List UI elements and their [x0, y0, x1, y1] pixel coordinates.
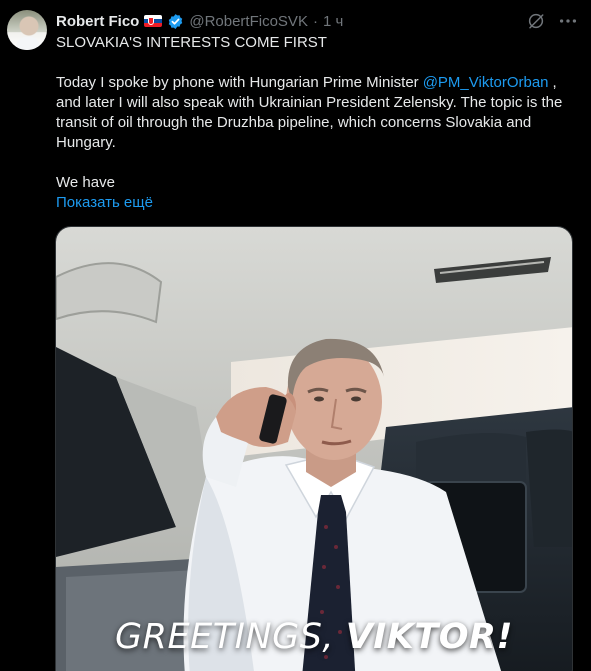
show-more-link[interactable]: Показать ещё: [56, 194, 153, 211]
tweet[interactable]: Robert Fico @RobertFicoSVK · 1 ч SLOVAKI…: [0, 0, 591, 671]
avatar-torso: [16, 37, 40, 50]
display-name[interactable]: Robert Fico: [56, 13, 139, 30]
paragraph-text-start: Today I spoke by phone with Hungarian Pr…: [56, 74, 419, 91]
caption-greeting: GREETINGS,: [115, 617, 346, 657]
tweet-header: Robert Fico @RobertFicoSVK · 1 ч: [56, 11, 343, 31]
more-options-icon[interactable]: [557, 12, 579, 30]
slovakia-flag-icon: [144, 15, 163, 27]
media-image: [56, 227, 572, 671]
separator-dot: ·: [312, 12, 318, 30]
avatar[interactable]: [7, 10, 47, 50]
tweet-media[interactable]: GREETINGS, VIKTOR!: [55, 226, 573, 671]
verified-badge-icon: [169, 13, 183, 29]
grok-icon[interactable]: [527, 12, 545, 30]
timestamp[interactable]: 1 ч: [323, 13, 343, 30]
media-caption: GREETINGS, VIKTOR!: [56, 617, 572, 657]
tweet-paragraph: Today I spoke by phone with Hungarian Pr…: [56, 73, 571, 153]
user-handle[interactable]: @RobertFicoSVK: [189, 13, 308, 30]
tweet-text: SLOVAKIA'S INTERESTS COME FIRST Today I …: [56, 33, 571, 213]
truncated-text: We have: [56, 174, 115, 191]
mention-link[interactable]: @PM_ViktorOrban: [423, 74, 549, 91]
caption-name: VIKTOR!: [345, 617, 513, 657]
tweet-headline: SLOVAKIA'S INTERESTS COME FIRST: [56, 34, 327, 51]
